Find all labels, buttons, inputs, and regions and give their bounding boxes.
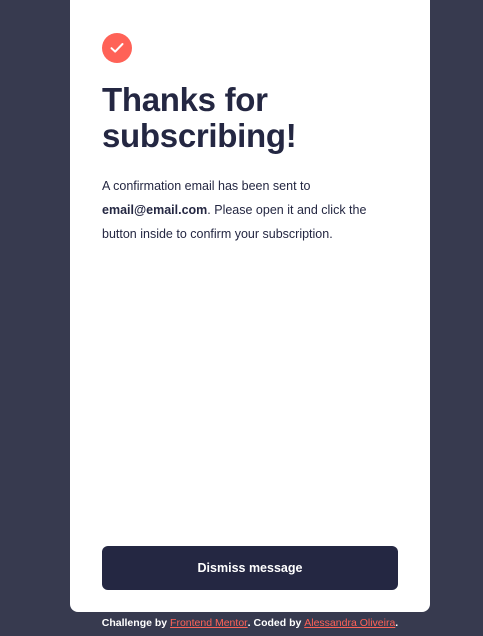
attribution-suffix: . [395,617,399,629]
message-prefix: A confirmation email has been sent to [102,179,311,193]
email-address: email@email.com [102,203,208,217]
author-link[interactable]: Alessandra Oliveira [304,617,395,629]
check-icon [102,33,132,63]
success-card: Thanks for subscribing! A confirmation e… [70,0,430,612]
attribution: Challenge by Frontend Mentor. Coded by A… [0,616,483,630]
page-title: Thanks for subscribing! [102,81,297,154]
attribution-prefix: Challenge by [101,617,171,629]
dismiss-message-button[interactable]: Dismiss message [102,546,398,590]
attribution-middle: . Coded by [247,617,305,629]
confirmation-message: A confirmation email has been sent to em… [102,174,398,246]
frontend-mentor-link[interactable]: Frontend Mentor [170,617,248,629]
